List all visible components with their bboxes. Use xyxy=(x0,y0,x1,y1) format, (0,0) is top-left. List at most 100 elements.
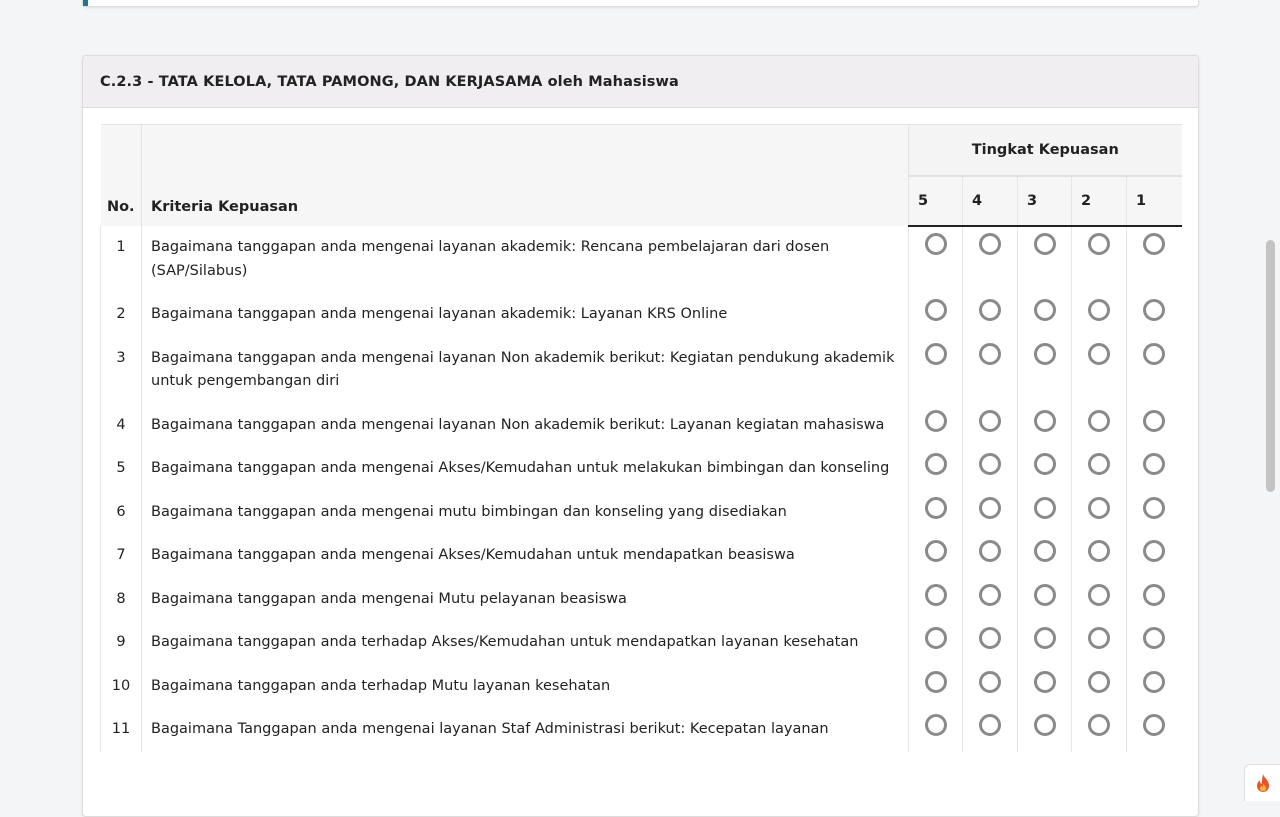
floating-action-button[interactable] xyxy=(1244,764,1280,801)
rating-radio-1[interactable] xyxy=(1143,714,1166,736)
rating-cell xyxy=(1071,577,1127,621)
rating-radio-2[interactable] xyxy=(1088,627,1110,649)
satisfaction-table: No. Kriteria Kepuasan Tingkat Kepuasan 5… xyxy=(100,124,1182,752)
card-accent-bar xyxy=(83,0,88,6)
rating-radio-2[interactable] xyxy=(1088,496,1110,519)
criteria-text: Bagaimana tanggapan anda mengenai mutu b… xyxy=(141,490,909,534)
table-row: 9 Bagaimana tanggapan anda terhadap Akses… xyxy=(100,621,1182,665)
rating-cell xyxy=(908,534,963,578)
rating-cell xyxy=(1071,447,1127,491)
rating-radio-4[interactable] xyxy=(979,714,1001,736)
rating-radio-1[interactable] xyxy=(1143,540,1166,562)
rating-radio-3[interactable] xyxy=(1033,342,1056,365)
rating-cell xyxy=(1071,708,1127,752)
rating-radio-5[interactable] xyxy=(924,233,947,255)
row-number: 2 xyxy=(100,293,142,337)
rating-radio-4[interactable] xyxy=(979,540,1001,562)
rating-cell xyxy=(962,708,1018,752)
rating-cell xyxy=(1071,293,1127,337)
rating-radio-1[interactable] xyxy=(1143,496,1166,519)
rating-cell xyxy=(962,403,1018,447)
rating-radio-3[interactable] xyxy=(1033,540,1056,562)
rating-radio-4[interactable] xyxy=(979,409,1001,432)
rating-radio-1[interactable] xyxy=(1143,299,1166,321)
table-row: 5 Bagaimana tanggapan anda mengenai Akses… xyxy=(100,447,1182,491)
rating-radio-3[interactable] xyxy=(1033,299,1056,321)
rating-cell xyxy=(908,621,963,665)
row-number: 5 xyxy=(100,447,142,491)
rating-radio-4[interactable] xyxy=(979,583,1001,606)
rating-radio-5[interactable] xyxy=(924,496,947,519)
rating-cell xyxy=(1017,577,1072,621)
rating-cell xyxy=(962,577,1018,621)
section-card: C.2.3 - TATA KELOLA, TATA PAMONG, DAN KE… xyxy=(82,55,1199,817)
table-row: 6 Bagaimana tanggapan anda mengenai mutu … xyxy=(100,490,1182,535)
rating-radio-2[interactable] xyxy=(1088,342,1110,365)
rating-radio-4[interactable] xyxy=(979,299,1001,321)
rating-radio-2[interactable] xyxy=(1088,453,1110,475)
criteria-text: Bagaimana Tanggapan anda mengenai layana… xyxy=(141,708,909,752)
rating-radio-3[interactable] xyxy=(1033,453,1056,475)
rating-cell xyxy=(1127,447,1182,491)
rating-radio-2[interactable] xyxy=(1088,714,1110,736)
rating-radio-5[interactable] xyxy=(924,540,947,562)
header-criteria: Kriteria Kepuasan xyxy=(141,124,909,226)
rating-radio-4[interactable] xyxy=(979,453,1001,475)
rating-radio-3[interactable] xyxy=(1033,496,1056,519)
rating-radio-1[interactable] xyxy=(1143,583,1166,606)
rating-cell xyxy=(962,447,1018,491)
rating-cell xyxy=(1017,534,1072,578)
rating-radio-2[interactable] xyxy=(1088,670,1110,693)
rating-radio-5[interactable] xyxy=(924,627,947,649)
rating-cell xyxy=(1017,226,1072,293)
rating-radio-3[interactable] xyxy=(1033,233,1056,255)
section-title: C.2.3 - TATA KELOLA, TATA PAMONG, DAN KE… xyxy=(100,73,679,90)
rating-cell xyxy=(1017,708,1072,752)
rating-radio-3[interactable] xyxy=(1033,409,1056,432)
rating-radio-1[interactable] xyxy=(1143,670,1166,693)
rating-radio-4[interactable] xyxy=(979,670,1001,693)
rating-radio-3[interactable] xyxy=(1033,583,1056,606)
rating-cell xyxy=(1127,491,1182,535)
rating-radio-5[interactable] xyxy=(924,299,947,321)
header-no: No. xyxy=(100,124,142,226)
rating-radio-5[interactable] xyxy=(924,409,947,432)
rating-cell xyxy=(1071,336,1127,404)
rating-radio-5[interactable] xyxy=(924,453,947,475)
rating-radio-5[interactable] xyxy=(924,583,947,606)
rating-radio-5[interactable] xyxy=(924,342,947,365)
rating-cell xyxy=(1071,403,1127,447)
header-rating-5: 5 xyxy=(908,176,963,227)
rating-radio-2[interactable] xyxy=(1088,409,1110,432)
rating-radio-2[interactable] xyxy=(1088,583,1110,606)
rating-radio-1[interactable] xyxy=(1143,453,1166,475)
rating-radio-2[interactable] xyxy=(1088,540,1110,562)
rating-radio-3[interactable] xyxy=(1033,714,1056,736)
rating-radio-4[interactable] xyxy=(979,342,1001,365)
scrollbar-thumb[interactable] xyxy=(1266,240,1275,492)
rating-cell xyxy=(1127,337,1182,404)
rating-radio-4[interactable] xyxy=(979,627,1001,649)
rating-radio-5[interactable] xyxy=(924,670,947,693)
row-number: 4 xyxy=(100,403,142,447)
rating-cell xyxy=(962,664,1018,708)
rating-radio-1[interactable] xyxy=(1143,342,1166,365)
table-row: 11 Bagaimana Tanggapan anda mengenai laya… xyxy=(100,708,1182,752)
rating-radio-2[interactable] xyxy=(1088,233,1110,255)
rating-radio-3[interactable] xyxy=(1033,627,1056,649)
rating-cell xyxy=(1017,447,1072,491)
rating-radio-4[interactable] xyxy=(979,233,1001,255)
rating-cell xyxy=(1017,490,1072,534)
rating-radio-1[interactable] xyxy=(1143,627,1166,649)
rating-radio-3[interactable] xyxy=(1033,670,1056,693)
rating-cell xyxy=(962,621,1018,665)
rating-cell xyxy=(1071,621,1127,665)
rating-radio-5[interactable] xyxy=(924,714,947,736)
rating-radio-2[interactable] xyxy=(1088,299,1110,321)
rating-radio-1[interactable] xyxy=(1143,409,1166,432)
rating-cell xyxy=(1017,336,1072,404)
rating-radio-4[interactable] xyxy=(979,496,1001,519)
rating-radio-1[interactable] xyxy=(1143,233,1166,255)
rating-cell xyxy=(1071,664,1127,708)
criteria-text: Bagaimana tanggapan anda mengenai layana… xyxy=(141,336,909,404)
